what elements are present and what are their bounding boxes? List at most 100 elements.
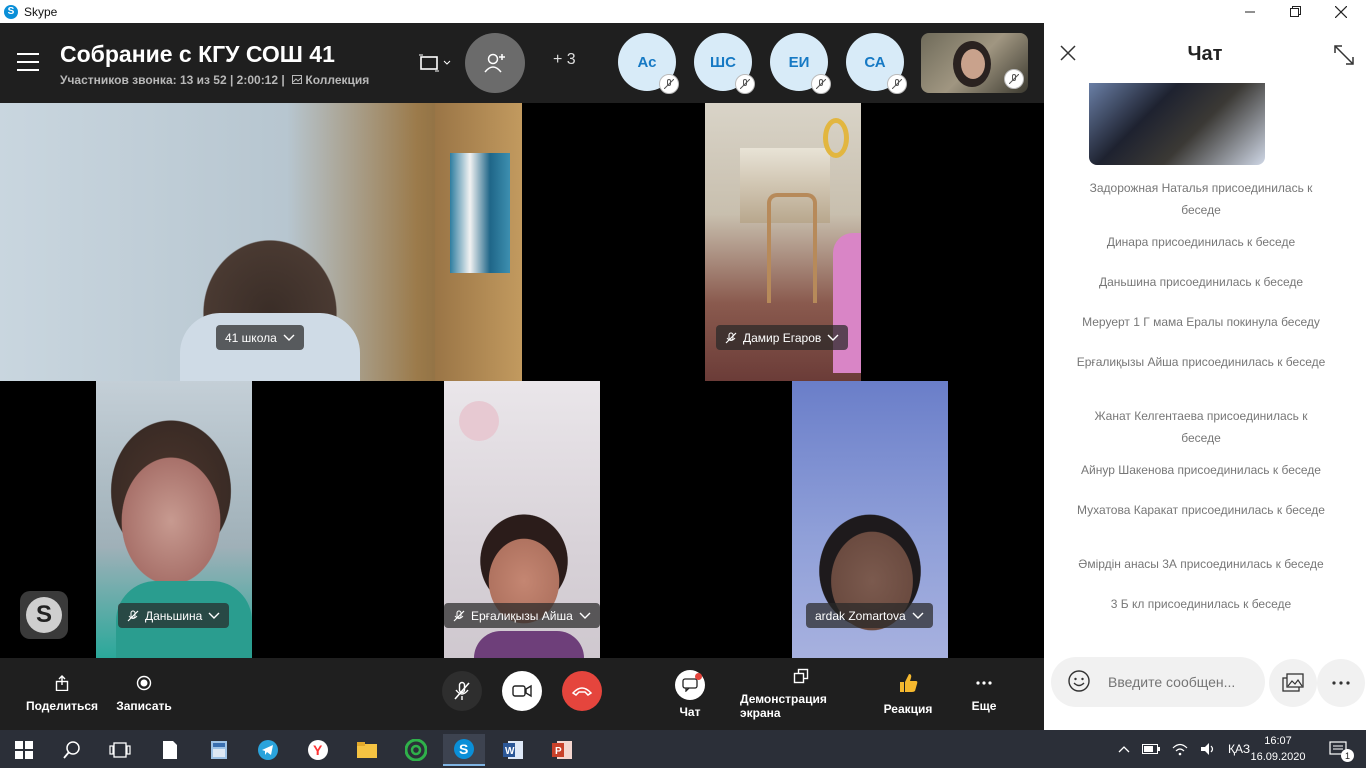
skype-logo-icon: S	[4, 4, 18, 19]
tile-label[interactable]: Дамир Егаров	[716, 325, 849, 350]
hang-up-button[interactable]	[562, 671, 602, 711]
video-tile-41-school[interactable]: 41 школа	[0, 103, 522, 381]
clock[interactable]: 16:07 16.09.2020	[1250, 733, 1306, 765]
calculator-app-icon[interactable]	[198, 734, 240, 766]
call-subtitle: Участников звонка: 13 из 52 | 2:00:12 | …	[60, 73, 369, 87]
image-icon	[292, 75, 303, 84]
wifi-icon[interactable]	[1172, 742, 1188, 756]
system-message: Ерғалиқызы Айша присоединилась к беседе	[1076, 355, 1326, 369]
tile-label[interactable]: ardak Zomartova	[806, 603, 933, 628]
clock-date: 16.09.2020	[1250, 751, 1306, 763]
tile-label[interactable]: Ерғалиқызы Айша	[444, 603, 600, 628]
collection-link[interactable]: Коллекция	[292, 73, 369, 87]
phone-hangup-icon	[571, 687, 593, 696]
record-icon	[136, 675, 152, 691]
restore-button[interactable]	[1272, 0, 1318, 23]
start-button[interactable]	[3, 734, 45, 766]
minimize-icon	[1245, 11, 1255, 12]
battery-icon[interactable]	[1142, 744, 1160, 754]
mic-off-badge-icon	[811, 74, 831, 94]
window-titlebar: S Skype	[0, 0, 1366, 23]
call-header: Собрание с КГУ СОШ 41 Участников звонка:…	[0, 23, 1044, 103]
share-button[interactable]: Поделиться	[26, 658, 98, 730]
language-indicator[interactable]: ҚАЗ	[1228, 742, 1250, 756]
chevron-down-icon	[208, 612, 220, 619]
chat-title: Чат	[1187, 43, 1223, 65]
search-button[interactable]	[51, 734, 93, 766]
mic-off-badge-icon	[1004, 69, 1024, 89]
video-tile-ergalikyzy[interactable]: Ерғалиқызы Айша	[444, 381, 600, 658]
notepad-app-icon[interactable]	[149, 734, 191, 766]
system-message: Задорожная Наталья присоединилась к бесе…	[1089, 181, 1313, 217]
more-button[interactable]: Еще	[962, 658, 1006, 730]
task-view-button[interactable]	[99, 734, 141, 766]
screen-share-button[interactable]: Демонстрация экрана	[740, 658, 862, 730]
skype-taskbar-icon[interactable]: S	[443, 734, 485, 766]
video-tile-damir[interactable]: Дамир Егаров	[705, 103, 861, 381]
video-toggle-button[interactable]	[502, 671, 542, 711]
video-tile-danshina[interactable]: Даньшина	[96, 381, 252, 658]
participant-name: Дамир Егаров	[743, 330, 822, 345]
self-preview-video[interactable]	[921, 33, 1028, 93]
expand-chat-button[interactable]	[1332, 43, 1356, 67]
gallery-icon	[1282, 673, 1304, 692]
thumbs-up-icon	[900, 674, 918, 692]
tray-expand-icon[interactable]	[1118, 745, 1130, 753]
chat-button[interactable]: Чат	[672, 658, 708, 730]
chat-more-button[interactable]	[1317, 659, 1365, 707]
layout-button[interactable]	[417, 51, 451, 75]
mic-off-icon	[725, 332, 737, 343]
mute-mic-button[interactable]	[442, 671, 482, 711]
chevron-down-icon	[283, 334, 295, 341]
reaction-button[interactable]: Реакция	[884, 658, 932, 730]
svg-text:P: P	[555, 746, 562, 757]
mail-agent-icon[interactable]	[395, 734, 437, 766]
system-message: Жанат Келгентаева присоединилась к бесед…	[1094, 409, 1308, 445]
self-face	[961, 49, 985, 79]
participant-avatar-shs[interactable]: ШС	[694, 33, 755, 94]
notification-count: 1	[1341, 749, 1354, 762]
mic-off-icon	[453, 610, 465, 621]
participant-avatar-as[interactable]: Ас	[618, 33, 679, 94]
shared-photo[interactable]	[1089, 83, 1265, 165]
volume-icon[interactable]	[1200, 742, 1216, 756]
mic-off-icon	[454, 681, 470, 700]
yandex-browser-icon[interactable]: Y	[297, 734, 339, 766]
participant-name: 41 школа	[225, 330, 277, 345]
tile-label[interactable]: 41 школа	[216, 325, 304, 350]
word-app-icon[interactable]: W	[492, 734, 534, 766]
skype-floating-icon[interactable]: S	[20, 591, 68, 639]
video-tile-ardak[interactable]: ardak Zomartova	[792, 381, 948, 658]
participant-avatar-sa[interactable]: СА	[846, 33, 907, 94]
notifications-button[interactable]: 1	[1318, 734, 1360, 766]
participants-status: Участников звонка: 13 из 52 | 2:00:12 |	[60, 73, 285, 87]
svg-text:S: S	[459, 741, 468, 757]
add-participant-button[interactable]	[465, 33, 525, 93]
more-participants-count[interactable]: + 3	[553, 51, 576, 69]
svg-text:Y: Y	[313, 742, 323, 758]
windows-logo-icon	[15, 741, 33, 759]
powerpoint-app-icon[interactable]: P	[541, 734, 583, 766]
telegram-app-icon[interactable]	[247, 734, 289, 766]
search-icon	[63, 741, 80, 759]
tile-label[interactable]: Даньшина	[118, 603, 230, 628]
media-gallery-button[interactable]	[1269, 659, 1317, 707]
video-camera-icon	[512, 684, 532, 698]
system-message: Әмірдін анасы 3А присоединилась к беседе	[1078, 557, 1324, 571]
chair	[767, 193, 817, 303]
close-window-button[interactable]	[1318, 0, 1364, 23]
participant-avatar-ei[interactable]: ЕИ	[770, 33, 831, 94]
chat-panel: Чат Задорожная Наталья присоединилась к …	[1044, 23, 1366, 730]
minimize-button[interactable]	[1227, 0, 1273, 23]
record-button[interactable]: Записать	[114, 658, 174, 730]
message-input[interactable]	[1108, 674, 1258, 690]
more-dots-icon	[976, 681, 992, 685]
system-tray: ҚАЗ	[1118, 730, 1250, 768]
participant-name: Ерғалиқызы Айша	[471, 608, 573, 623]
emoji-icon[interactable]	[1067, 669, 1093, 695]
menu-icon[interactable]	[17, 53, 39, 71]
system-message: Меруерт 1 Г мама Ералы покинула беседу	[1082, 315, 1320, 329]
chevron-down-icon	[579, 612, 591, 619]
file-explorer-icon[interactable]	[346, 734, 388, 766]
system-message: Даньшина присоединилась к беседе	[1098, 275, 1304, 289]
